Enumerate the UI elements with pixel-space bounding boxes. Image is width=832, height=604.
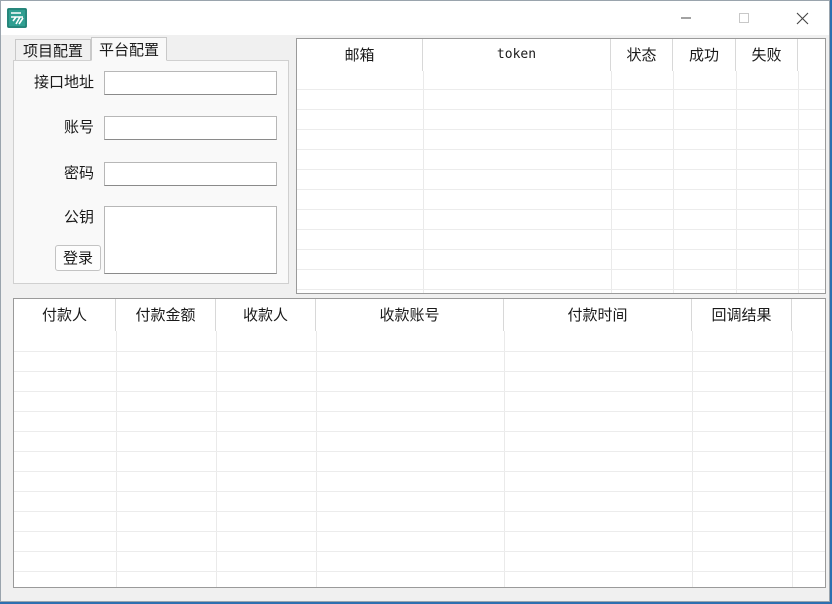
grid-line xyxy=(297,109,825,110)
grid-line xyxy=(692,331,693,587)
grid-line xyxy=(116,331,117,587)
grid-line xyxy=(297,209,825,210)
grid-line xyxy=(297,169,825,170)
api-address-label: 接口地址 xyxy=(33,73,94,91)
account-input[interactable] xyxy=(104,116,277,140)
grid-line xyxy=(611,71,612,293)
maximize-button[interactable] xyxy=(721,1,767,35)
grid-line xyxy=(792,331,793,587)
app-window: 项目配置 平台配置 接口地址 账号 密码 公钥 登录 邮箱 token 状态 成… xyxy=(0,0,830,602)
public-key-label: 公钥 xyxy=(63,208,94,226)
grid-line xyxy=(736,71,737,293)
payments-table-header: 付款人 付款金额 收款人 收款账号 付款时间 回调结果 xyxy=(14,299,825,331)
minimize-icon xyxy=(681,17,691,19)
column-header-payer[interactable]: 付款人 xyxy=(14,299,116,331)
tab-project-config[interactable]: 项目配置 xyxy=(15,39,92,61)
grid-line xyxy=(14,551,825,552)
column-header-fail[interactable]: 失败 xyxy=(736,39,798,71)
tab-platform-config[interactable]: 平台配置 xyxy=(91,37,168,61)
grid-line xyxy=(14,571,825,572)
grid-line xyxy=(297,269,825,270)
accounts-table-header: 邮箱 token 状态 成功 失败 xyxy=(297,39,825,71)
app-logo-icon xyxy=(7,8,27,28)
grid-line xyxy=(297,289,825,290)
column-header-callback-result[interactable]: 回调结果 xyxy=(692,299,792,331)
close-button[interactable] xyxy=(779,1,825,35)
column-header-token[interactable]: token xyxy=(423,39,611,71)
grid-line xyxy=(14,411,825,412)
grid-line xyxy=(798,71,799,293)
account-label: 账号 xyxy=(63,118,94,136)
accounts-table[interactable]: 邮箱 token 状态 成功 失败 xyxy=(296,38,826,294)
column-header-payee[interactable]: 收款人 xyxy=(216,299,316,331)
grid-line xyxy=(216,331,217,587)
grid-line xyxy=(14,491,825,492)
api-address-input[interactable] xyxy=(104,71,277,95)
grid-line xyxy=(297,189,825,190)
grid-line xyxy=(673,71,674,293)
column-header-pay-time[interactable]: 付款时间 xyxy=(504,299,692,331)
grid-line xyxy=(297,129,825,130)
grid-line xyxy=(297,229,825,230)
grid-line xyxy=(504,331,505,587)
login-button[interactable]: 登录 xyxy=(55,245,101,271)
column-header-email[interactable]: 邮箱 xyxy=(297,39,423,71)
grid-line xyxy=(14,431,825,432)
grid-line xyxy=(297,149,825,150)
grid-line xyxy=(14,371,825,372)
grid-line xyxy=(14,531,825,532)
grid-line xyxy=(297,89,825,90)
close-icon xyxy=(796,12,808,24)
payments-table[interactable]: 付款人 付款金额 收款人 收款账号 付款时间 回调结果 xyxy=(13,298,826,588)
title-bar xyxy=(1,1,829,35)
public-key-textarea[interactable] xyxy=(104,206,277,274)
password-input[interactable] xyxy=(104,162,277,186)
column-header-success[interactable]: 成功 xyxy=(673,39,736,71)
column-header-payee-account[interactable]: 收款账号 xyxy=(316,299,504,331)
grid-line xyxy=(297,249,825,250)
grid-line xyxy=(14,511,825,512)
grid-line xyxy=(423,71,424,293)
password-label: 密码 xyxy=(63,164,94,182)
platform-config-panel: 接口地址 账号 密码 公钥 登录 xyxy=(13,60,289,284)
column-header-status[interactable]: 状态 xyxy=(611,39,673,71)
column-header-amount[interactable]: 付款金额 xyxy=(116,299,216,331)
maximize-icon xyxy=(739,13,749,23)
grid-line xyxy=(14,391,825,392)
grid-line xyxy=(316,331,317,587)
minimize-button[interactable] xyxy=(663,1,709,35)
grid-line xyxy=(14,471,825,472)
grid-line xyxy=(14,351,825,352)
grid-line xyxy=(14,451,825,452)
